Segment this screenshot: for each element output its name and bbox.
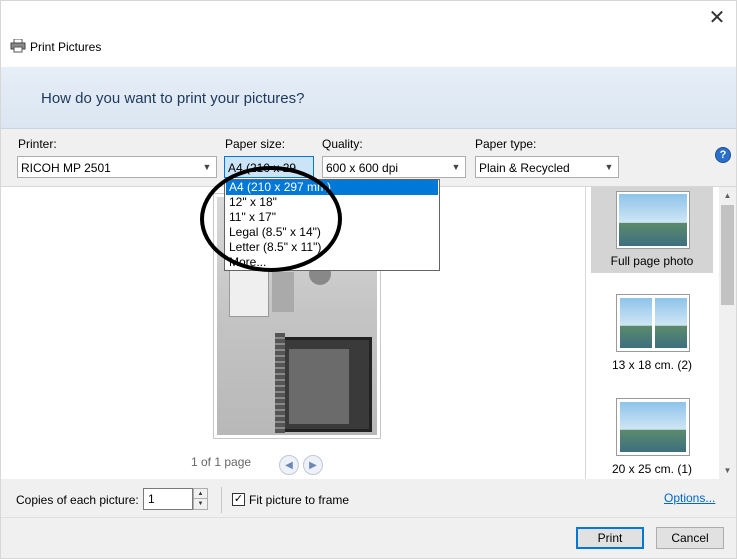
paper-type-select[interactable]: Plain & Recycled ▼ — [475, 156, 619, 178]
copies-input[interactable] — [143, 488, 193, 510]
printer-select-value: RICOH MP 2501 — [21, 161, 111, 175]
layout-item-20x25[interactable]: 20 x 25 cm. (1) — [591, 395, 713, 479]
fit-picture-checkbox[interactable]: ✓ — [232, 493, 245, 506]
printer-icon — [10, 38, 26, 53]
print-button[interactable]: Print — [576, 527, 644, 549]
close-button[interactable]: ✕ — [704, 5, 730, 29]
layout-label: 13 x 18 cm. (2) — [611, 358, 693, 372]
fit-picture-label: Fit picture to frame — [249, 493, 350, 507]
paper-size-option[interactable]: Letter (8.5" x 11") — [226, 240, 438, 255]
layout-item-13x18[interactable]: 13 x 18 cm. (2) — [591, 291, 713, 377]
scroll-up-icon[interactable]: ▲ — [719, 187, 736, 204]
print-options-row: Printer: RICOH MP 2501 ▼ Paper size: A4 … — [1, 130, 736, 184]
layout-scrollbar[interactable]: ▲ ▼ — [719, 187, 736, 479]
copies-label: Copies of each picture: — [16, 493, 139, 507]
chevron-down-icon: ▼ — [451, 162, 461, 172]
printer-label: Printer: — [18, 137, 57, 151]
previous-page-button[interactable]: ◀ — [279, 455, 299, 475]
copies-stepper[interactable]: ▲ ▼ — [193, 488, 208, 510]
paper-size-label: Paper size: — [225, 137, 286, 151]
layout-thumbnail — [616, 294, 690, 352]
chevron-down-icon: ▼ — [202, 162, 212, 172]
layout-label: 20 x 25 cm. (1) — [611, 462, 693, 476]
page-title: How do you want to print your pictures? — [41, 90, 305, 107]
paper-size-option[interactable]: Legal (8.5" x 14") — [226, 225, 438, 240]
close-icon: ✕ — [708, 6, 726, 29]
spin-up-icon[interactable]: ▲ — [194, 489, 207, 499]
quality-select[interactable]: 600 x 600 dpi ▼ — [322, 156, 466, 178]
print-pictures-dialog: Print Pictures ✕ How do you want to prin… — [0, 0, 737, 559]
header-banner: How do you want to print your pictures? — [1, 67, 736, 129]
dialog-footer: Print Cancel — [1, 517, 736, 558]
paper-size-option[interactable]: 12" x 18" — [226, 195, 438, 210]
scroll-down-icon[interactable]: ▼ — [719, 462, 736, 479]
layout-thumbnail — [616, 191, 690, 249]
quality-select-value: 600 x 600 dpi — [326, 161, 399, 175]
paper-size-select-value: A4 (210 x 29 — [228, 161, 297, 175]
title-bar: Print Pictures ✕ — [1, 1, 736, 67]
options-bar: Copies of each picture: ▲ ▼ ✓ Fit pictur… — [1, 481, 736, 517]
quality-label: Quality: — [322, 137, 363, 151]
window-title: Print Pictures — [30, 40, 102, 54]
paper-size-option[interactable]: A4 (210 x 297 mm) — [226, 180, 438, 195]
page-indicator: 1 of 1 page — [191, 455, 252, 469]
layout-list: Full page photo 13 x 18 cm. (2) 20 x 25 … — [586, 186, 736, 479]
paper-size-dropdown: A4 (210 x 297 mm) 12" x 18" 11" x 17" Le… — [224, 179, 440, 271]
layout-label: Full page photo — [610, 254, 694, 268]
printer-select[interactable]: RICOH MP 2501 ▼ — [17, 156, 217, 178]
layout-thumbnail — [616, 398, 690, 456]
paper-size-option[interactable]: More... — [226, 255, 438, 270]
help-icon[interactable]: ? — [715, 147, 731, 163]
paper-size-option[interactable]: 11" x 17" — [226, 210, 438, 225]
paper-type-select-value: Plain & Recycled — [479, 161, 570, 175]
layout-item-full-page-photo[interactable]: Full page photo — [591, 187, 713, 273]
cancel-button[interactable]: Cancel — [656, 527, 724, 549]
options-link[interactable]: Options... — [664, 491, 715, 505]
spin-down-icon[interactable]: ▼ — [194, 499, 207, 509]
divider — [221, 487, 222, 513]
scroll-thumb[interactable] — [721, 205, 734, 305]
paper-size-select[interactable]: A4 (210 x 29 — [224, 156, 314, 178]
chevron-down-icon: ▼ — [604, 162, 614, 172]
paper-type-label: Paper type: — [475, 137, 537, 151]
next-page-button[interactable]: ▶ — [303, 455, 323, 475]
